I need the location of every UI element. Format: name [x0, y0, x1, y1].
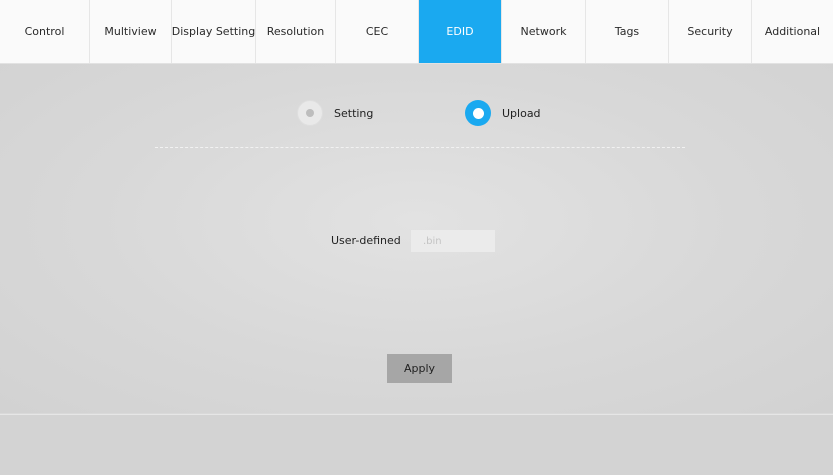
setting-radio-label: Setting	[334, 106, 374, 120]
apply-button[interactable]: Apply	[387, 354, 452, 383]
tab-additional[interactable]: Additional	[752, 0, 833, 63]
tab-display-setting[interactable]: Display Setting	[172, 0, 256, 63]
tab-security[interactable]: Security	[669, 0, 752, 63]
setting-radio-button[interactable]	[297, 100, 323, 126]
radio-dot-icon	[472, 107, 484, 119]
upload-radio-label: Upload	[502, 106, 541, 120]
tab-bar: Control Multiview Display Setting Resolu…	[0, 0, 833, 64]
upload-radio-option[interactable]: Upload	[465, 100, 541, 126]
user-defined-label: User-defined	[331, 234, 401, 247]
tab-multiview[interactable]: Multiview	[90, 0, 172, 63]
tab-resolution[interactable]: Resolution	[256, 0, 336, 63]
upload-radio-button[interactable]	[465, 100, 491, 126]
tab-edid[interactable]: EDID	[419, 0, 502, 63]
tab-tags[interactable]: Tags	[586, 0, 669, 63]
radio-dot-icon	[306, 109, 314, 117]
setting-radio-option[interactable]: Setting	[297, 100, 373, 126]
footer-bar	[0, 414, 833, 475]
edid-panel: Setting Upload User-defined Apply	[0, 64, 833, 413]
divider	[155, 147, 685, 148]
tab-cec[interactable]: CEC	[336, 0, 419, 63]
user-defined-file-input[interactable]	[411, 230, 495, 252]
tab-control[interactable]: Control	[0, 0, 90, 63]
tab-network[interactable]: Network	[502, 0, 586, 63]
